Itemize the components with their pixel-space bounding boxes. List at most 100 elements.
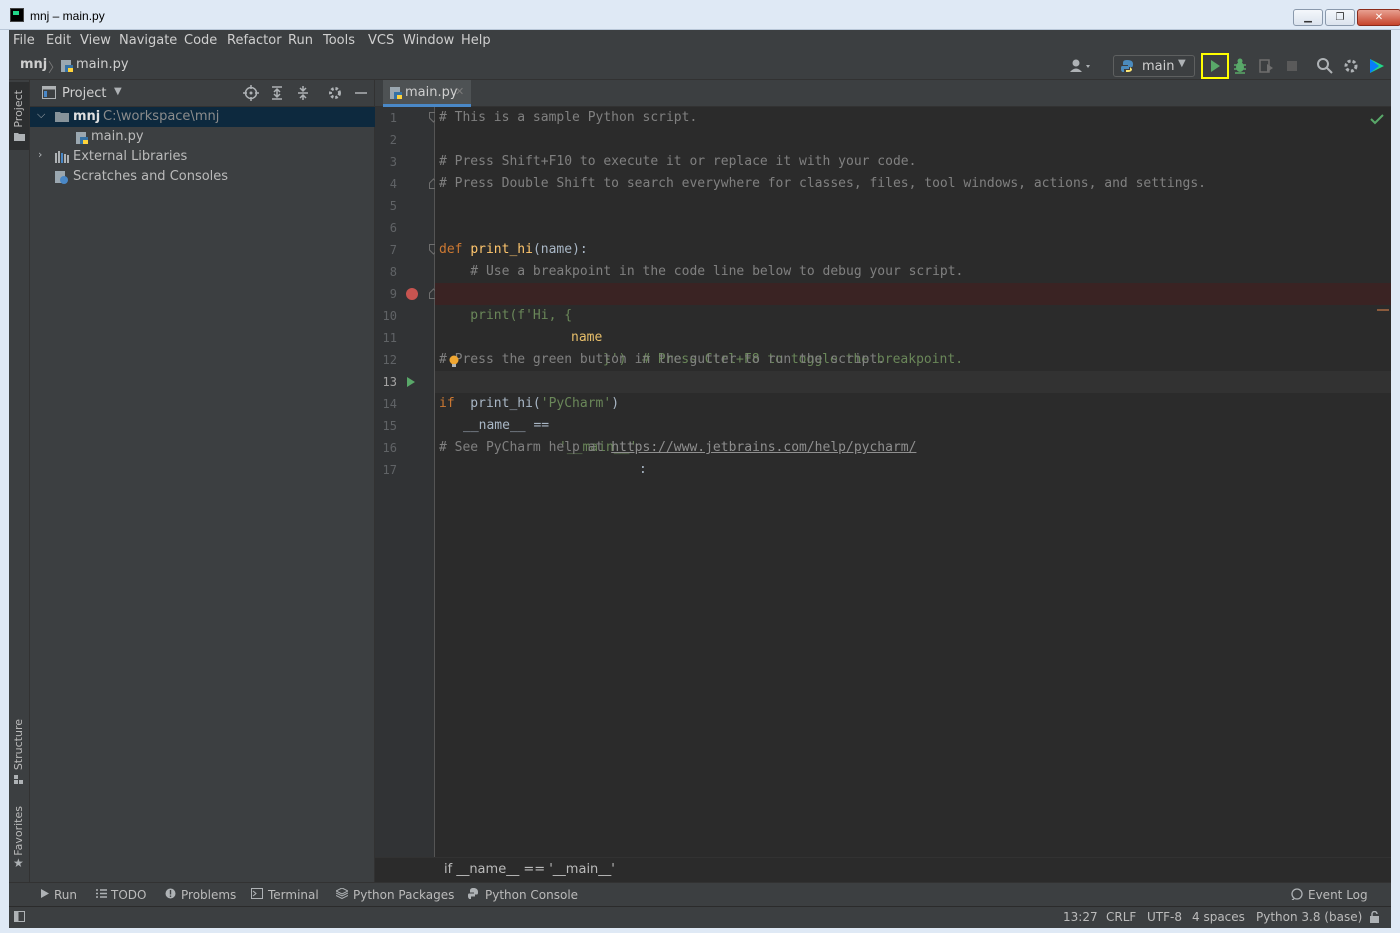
scratches-icon — [55, 171, 69, 185]
code-line-3: # Press Shift+F10 to execute it or repla… — [439, 154, 917, 169]
indent-setting[interactable]: 4 spaces — [1192, 910, 1245, 924]
menu-run[interactable]: Run — [288, 33, 313, 48]
maximize-button[interactable]: ❐ — [1325, 9, 1355, 26]
side-tab-favorites-label: Favorites — [12, 806, 25, 856]
line-number: 6 — [389, 221, 397, 235]
line-number: 15 — [382, 419, 397, 433]
run-gutter-icon[interactable] — [405, 375, 417, 389]
side-tab-structure-label: Structure — [12, 719, 25, 771]
stop-icon[interactable] — [1282, 56, 1302, 76]
editor-breadcrumb-bar: if __name__ == '__main__' — [375, 857, 1391, 882]
line-number: 16 — [382, 441, 397, 455]
line-number: 11 — [382, 331, 397, 345]
user-account-icon[interactable] — [1068, 56, 1090, 76]
code-with-me-icon[interactable] — [1367, 56, 1387, 76]
debug-bug-icon[interactable] — [1230, 56, 1250, 76]
line-separator[interactable]: CRLF — [1106, 910, 1136, 924]
tool-tab-python-console[interactable]: Python Console — [485, 888, 578, 902]
minimize-button[interactable]: ▁ — [1293, 9, 1323, 26]
menu-edit[interactable]: Edit — [46, 33, 71, 48]
scrollbar-marker[interactable] — [1377, 309, 1389, 311]
lightbulb-icon[interactable] — [449, 355, 459, 367]
todo-list-icon — [96, 888, 107, 899]
close-button[interactable]: ✕ — [1357, 9, 1400, 26]
menu-view[interactable]: View — [80, 33, 111, 48]
locate-crosshair-icon[interactable] — [243, 85, 259, 101]
hide-panel-minus-icon[interactable] — [353, 85, 369, 101]
project-view-icon — [42, 86, 56, 99]
tool-window-bar: Run TODO Problems Terminal Python Packag… — [9, 882, 1391, 906]
nav-file-name[interactable]: main.py — [76, 57, 129, 72]
code-line-14: print_hi('PyCharm') — [439, 393, 1395, 415]
run-configuration-select[interactable]: main ▼ — [1113, 55, 1195, 77]
structure-icon — [14, 775, 24, 785]
line-number: 2 — [389, 133, 397, 147]
menu-help[interactable]: Help — [461, 33, 491, 48]
settings-gear-icon[interactable] — [1341, 56, 1361, 76]
line-number: 12 — [382, 353, 397, 367]
line-number: 8 — [389, 265, 397, 279]
project-panel-title[interactable]: Project — [62, 86, 106, 101]
tool-tab-todo[interactable]: TODO — [111, 888, 146, 902]
chevron-down-icon[interactable]: ⌵ — [37, 108, 45, 122]
chevron-right-icon[interactable]: › — [38, 148, 42, 161]
panel-settings-gear-icon[interactable] — [327, 85, 343, 101]
tool-tab-problems[interactable]: Problems — [181, 888, 236, 902]
menu-refactor[interactable]: Refactor — [227, 33, 282, 48]
collapse-all-icon[interactable] — [295, 85, 311, 101]
tree-file-name: main.py — [91, 129, 144, 144]
menu-tools[interactable]: Tools — [323, 33, 355, 48]
tool-tab-run[interactable]: Run — [54, 888, 77, 902]
folder-icon — [55, 111, 69, 122]
tree-root-name: mnj — [73, 109, 101, 124]
code-token: print(f'Hi, { — [439, 308, 573, 323]
toggle-tool-windows-icon[interactable] — [14, 911, 25, 922]
code-line-16: # See PyCharm help at https://www.jetbra… — [439, 437, 1395, 459]
window-title-bar: mnj – main.py ▁ ❐ ✕ — [0, 0, 1400, 30]
tool-tab-terminal[interactable]: Terminal — [268, 888, 319, 902]
tool-tab-python-packages[interactable]: Python Packages — [353, 888, 454, 902]
file-encoding[interactable]: UTF-8 — [1147, 910, 1182, 924]
project-panel-header: Project ▼ — [30, 80, 375, 107]
editor-tab-main-py[interactable]: main.py ✕ — [383, 80, 471, 107]
run-button[interactable] — [1201, 53, 1229, 79]
breakpoint-icon[interactable] — [405, 287, 419, 301]
nav-project-name[interactable]: mnj — [20, 57, 47, 72]
run-with-coverage-icon[interactable] — [1257, 56, 1277, 76]
line-number: 4 — [389, 177, 397, 191]
event-log-icon — [1291, 888, 1303, 900]
breadcrumb-item[interactable]: if __name__ == '__main__' — [444, 862, 615, 877]
status-bar: 13:27 CRLF UTF-8 4 spaces Python 3.8 (ba… — [9, 906, 1391, 928]
caret-position[interactable]: 13:27 — [1063, 910, 1098, 924]
search-icon[interactable] — [1315, 56, 1335, 76]
expand-all-icon[interactable] — [269, 85, 285, 101]
chevron-down-icon: ▼ — [1178, 58, 1186, 69]
menu-window[interactable]: Window — [403, 33, 454, 48]
chevron-down-icon[interactable]: ▼ — [114, 86, 122, 97]
lock-icon[interactable] — [1369, 911, 1380, 923]
editor-tab-label: main.py — [405, 85, 458, 100]
python-icon — [1120, 59, 1134, 73]
help-link[interactable]: https://www.jetbrains.com/help/pycharm/ — [611, 440, 916, 455]
line-number: 3 — [389, 155, 397, 169]
tool-tab-event-log[interactable]: Event Log — [1308, 888, 1368, 902]
folder-icon — [14, 132, 25, 141]
menu-file[interactable]: File — [13, 33, 35, 48]
tree-scratches[interactable]: Scratches and Consoles — [30, 167, 375, 187]
code-token: (name): — [532, 242, 588, 257]
tree-scratches-label: Scratches and Consoles — [73, 169, 229, 184]
menu-navigate[interactable]: Navigate — [119, 33, 177, 48]
tree-external-libraries[interactable]: › External Libraries — [30, 147, 375, 167]
menu-vcs[interactable]: VCS — [368, 33, 394, 48]
python-interpreter[interactable]: Python 3.8 (base) — [1256, 910, 1362, 924]
line-number: 7 — [389, 243, 397, 257]
close-tab-icon[interactable]: ✕ — [455, 85, 464, 98]
navigation-bar: mnj 〉 main.py main ▼ — [9, 52, 1391, 80]
inspection-ok-checkmark-icon[interactable] — [1370, 113, 1384, 125]
code-editor[interactable]: # This is a sample Python script. # Pres… — [435, 107, 1391, 857]
editor-gutter: 1 2 3 4 5 6 7 8 9 10 11 12 13 14 15 16 1… — [375, 107, 438, 857]
tree-file-main-py[interactable]: main.py — [30, 127, 375, 147]
tree-root-folder[interactable]: ⌵ mnj C:\workspace\mnj — [30, 107, 375, 127]
menu-code[interactable]: Code — [184, 33, 217, 48]
problems-info-icon — [165, 888, 176, 899]
